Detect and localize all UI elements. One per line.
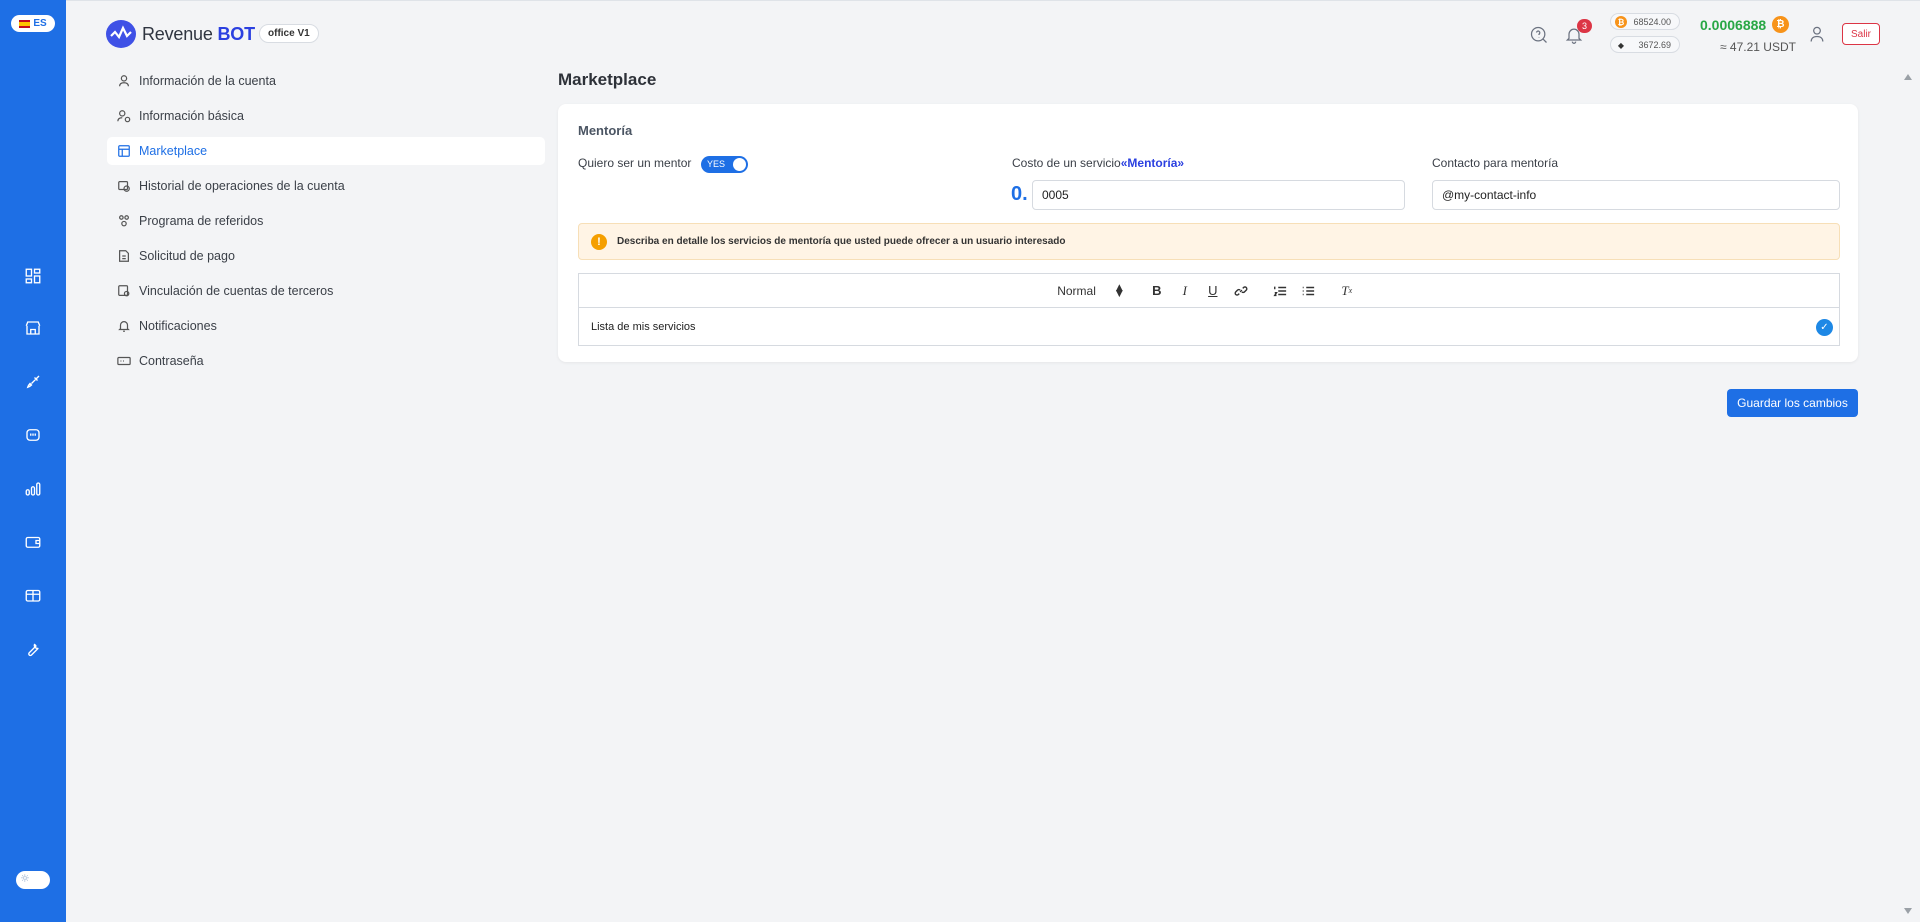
balance-usdt: ≈ 47.21 USDT bbox=[1720, 40, 1796, 54]
scroll-up-arrow-icon[interactable] bbox=[1904, 74, 1912, 80]
editor-content: Lista de mis servicios bbox=[591, 321, 696, 333]
notification-count-badge: 3 bbox=[1577, 19, 1592, 33]
link-icon[interactable] bbox=[1232, 282, 1250, 300]
cost-label: Costo de un servicio«Mentoría» bbox=[1012, 156, 1185, 170]
language-switcher[interactable]: ES bbox=[11, 15, 55, 32]
payment-request-icon bbox=[119, 250, 129, 262]
eth-price: 3672.69 bbox=[1638, 39, 1671, 50]
rocket-icon[interactable] bbox=[22, 371, 44, 393]
gift-icon[interactable] bbox=[22, 584, 44, 606]
alert-text: Describa en detalle los servicios de men… bbox=[617, 236, 1066, 247]
scroll-down-arrow-icon[interactable] bbox=[1904, 908, 1912, 914]
top-border bbox=[66, 0, 1920, 1]
page-title: Marketplace bbox=[558, 70, 657, 89]
underline-icon[interactable]: U bbox=[1204, 282, 1222, 300]
office-version-badge[interactable]: office V1 bbox=[259, 24, 319, 43]
support-chat-icon[interactable] bbox=[1529, 25, 1549, 45]
btc-price-pill: ₿ 68524.00 bbox=[1610, 13, 1680, 30]
contact-input[interactable]: @my-contact-info bbox=[1432, 180, 1840, 210]
stats-icon[interactable] bbox=[22, 478, 44, 500]
logout-button[interactable]: Salir bbox=[1842, 23, 1880, 45]
password-icon bbox=[117, 356, 131, 366]
warning-icon: ! bbox=[591, 233, 607, 250]
user-icon bbox=[119, 75, 129, 87]
section-title: Mentoría bbox=[578, 123, 633, 138]
save-button[interactable]: Guardar los cambios bbox=[1727, 389, 1858, 417]
ordered-list-icon[interactable] bbox=[1271, 282, 1289, 300]
menu-item-referrals[interactable]: Programa de referidos bbox=[107, 207, 545, 235]
select-arrows-icon: ▲ ▼ bbox=[1115, 282, 1123, 299]
referral-icon bbox=[119, 215, 129, 227]
bell-icon bbox=[118, 321, 130, 332]
menu-item-basic-info[interactable]: Información básica bbox=[107, 102, 545, 130]
left-rail: ES bbox=[0, 0, 66, 922]
brand-name: Revenue BOT bbox=[142, 23, 255, 44]
ethereum-icon: ◆ bbox=[1617, 40, 1625, 50]
editor-toolbar: Normal ▲ ▼ B I U Tx bbox=[578, 273, 1840, 307]
services-editor[interactable]: Lista de mis servicios ✓ bbox=[578, 307, 1840, 346]
language-code: ES bbox=[33, 18, 47, 29]
user-settings-icon bbox=[117, 110, 131, 123]
eth-price-pill: ◆ 3672.69 bbox=[1610, 36, 1680, 53]
btc-price: 68524.00 bbox=[1633, 16, 1671, 27]
italic-icon[interactable]: I bbox=[1176, 282, 1194, 300]
contact-label: Contacto para mentoría bbox=[1432, 156, 1559, 170]
menu-item-payment-request[interactable]: Solicitud de pago bbox=[107, 242, 545, 270]
store-icon[interactable] bbox=[22, 317, 44, 339]
menu-item-password[interactable]: Contraseña bbox=[107, 347, 545, 375]
bold-icon[interactable]: B bbox=[1148, 282, 1166, 300]
menu-item-history[interactable]: Historial de operaciones de la cuenta bbox=[107, 172, 545, 200]
menu-item-account-info[interactable]: Información de la cuenta bbox=[107, 67, 545, 95]
user-profile-icon[interactable] bbox=[1807, 24, 1827, 44]
mentor-label: Quiero ser un mentor bbox=[578, 156, 692, 170]
theme-toggle[interactable] bbox=[16, 871, 50, 889]
dashboard-icon[interactable] bbox=[22, 265, 44, 287]
bitcoin-wallet-icon[interactable]: ₿ bbox=[1772, 16, 1789, 33]
menu-item-notifications[interactable]: Notificaciones bbox=[107, 312, 545, 340]
menu-item-marketplace[interactable]: Marketplace bbox=[107, 137, 545, 165]
history-icon bbox=[118, 181, 130, 192]
info-alert: ! Describa en detalle los servicios de m… bbox=[578, 223, 1840, 260]
bot-icon[interactable] bbox=[22, 424, 44, 446]
marketplace-icon bbox=[118, 145, 130, 157]
cost-label-highlight: «Mentoría» bbox=[1120, 156, 1185, 170]
cost-prefix: 0. bbox=[1011, 183, 1028, 205]
spain-flag-icon bbox=[19, 19, 31, 28]
wallet-icon[interactable] bbox=[22, 531, 44, 553]
mentor-toggle[interactable]: YES bbox=[701, 156, 748, 173]
menu-item-third-party-accounts[interactable]: Vinculación de cuentas de terceros bbox=[107, 277, 545, 305]
brand-logo[interactable]: Revenue BOT bbox=[106, 20, 255, 48]
format-select[interactable]: Normal ▲ ▼ bbox=[1057, 282, 1123, 299]
mentoring-card: Mentoría Quiero ser un mentor YES Costo … bbox=[558, 104, 1858, 362]
check-icon: ✓ bbox=[1816, 319, 1833, 336]
link-accounts-icon bbox=[118, 285, 130, 297]
wrench-icon[interactable] bbox=[22, 638, 44, 660]
revenuebot-logo-icon bbox=[106, 20, 136, 48]
balance-btc: 0.0006888 bbox=[1700, 17, 1767, 33]
bullet-list-icon[interactable] bbox=[1299, 282, 1317, 300]
clear-format-icon[interactable]: Tx bbox=[1338, 282, 1356, 300]
settings-menu: Información de la cuenta Información bás… bbox=[107, 67, 545, 382]
cost-input[interactable]: 0005 bbox=[1032, 180, 1405, 210]
bitcoin-icon: ₿ bbox=[1615, 16, 1627, 28]
